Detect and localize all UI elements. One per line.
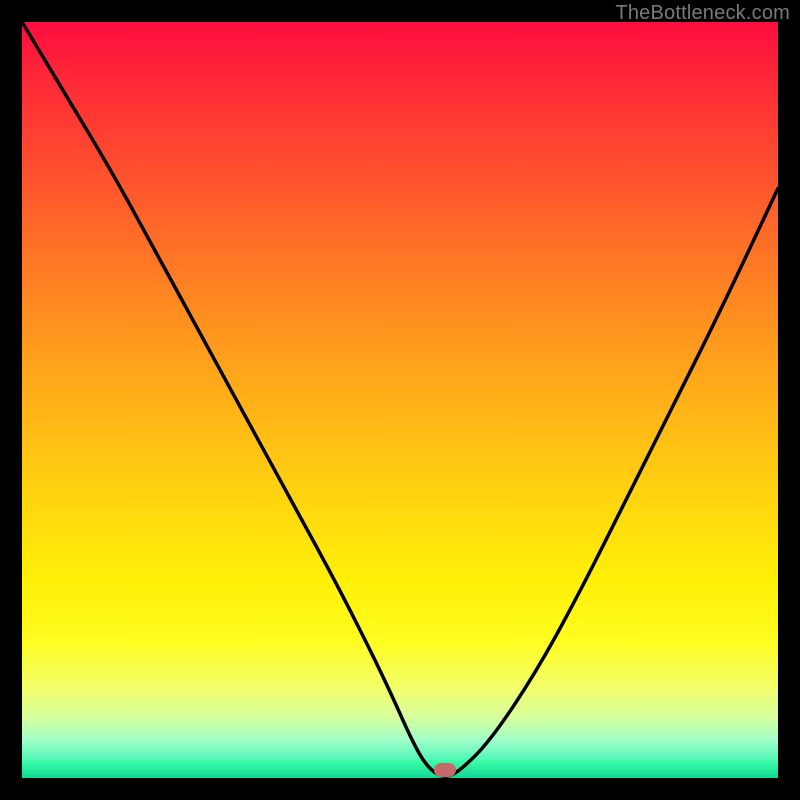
chart-frame: TheBottleneck.com xyxy=(0,0,800,800)
bottleneck-curve xyxy=(22,22,778,778)
optimal-point-marker xyxy=(434,763,456,777)
bottleneck-curve-path xyxy=(22,22,778,776)
plot-area xyxy=(22,22,778,778)
attribution-label: TheBottleneck.com xyxy=(615,2,790,25)
